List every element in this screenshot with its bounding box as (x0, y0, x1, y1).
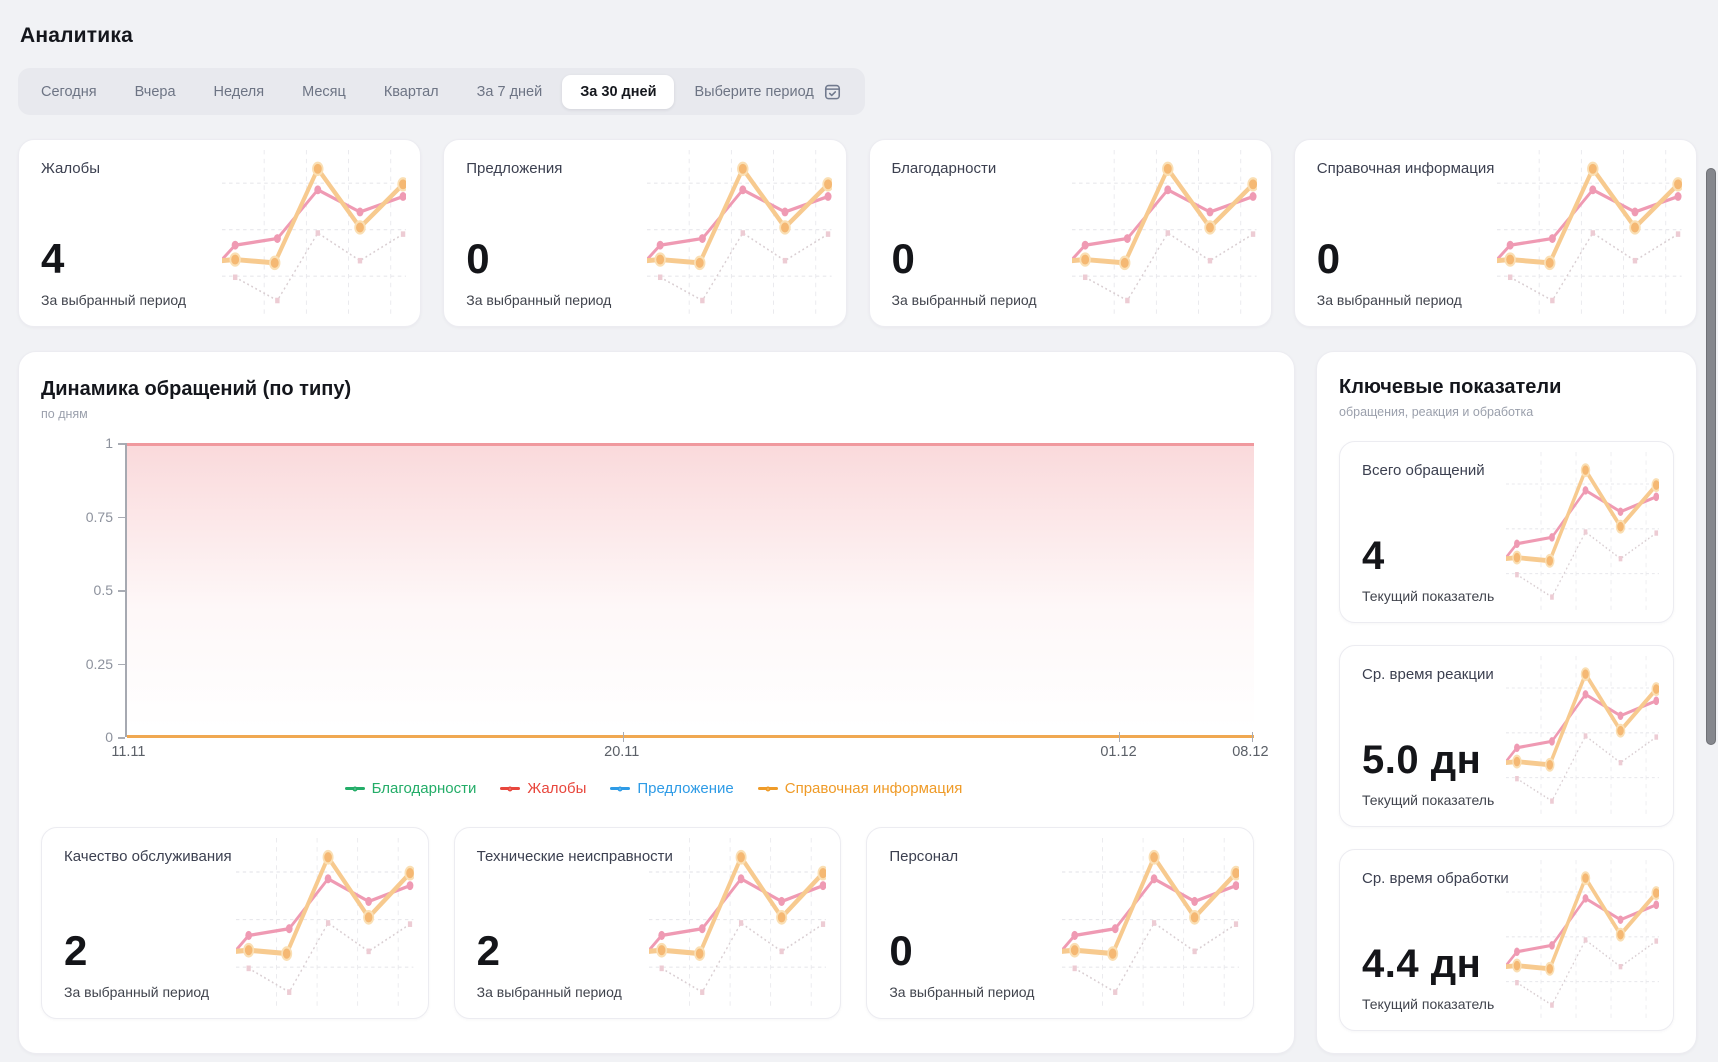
tab-today[interactable]: Сегодня (23, 75, 115, 109)
card-avg-processing-time: Ср. время обработки 4.4 дн Текущий показ… (1339, 849, 1674, 1031)
x-axis-labels: 11.11 20.11 01.12 08.12 (125, 744, 1254, 766)
dynamics-panel: Динамика обращений (по типу) по дням 1 0… (18, 351, 1295, 1054)
line-dot-marker-icon (610, 787, 630, 790)
tab-30-days[interactable]: За 30 дней (562, 75, 674, 109)
tab-7-days[interactable]: За 7 дней (459, 75, 561, 109)
sidebar-title: Ключевые показатели (1339, 376, 1674, 399)
line-dot-marker-icon (345, 787, 365, 790)
card-caption: Текущий показатель (1362, 792, 1651, 808)
card-value: 4 (41, 238, 398, 280)
y-tick: 0.25 (86, 656, 113, 672)
legend-label: Жалобы (527, 780, 586, 797)
sidebar-cards: Всего обращений 4 Текущий показатель Ср. (1339, 441, 1674, 1031)
plot-area (125, 443, 1254, 737)
card-caption: Текущий показатель (1362, 996, 1651, 1012)
key-indicators-panel: Ключевые показатели обращения, реакция и… (1316, 351, 1697, 1054)
tab-custom-period-label: Выберите период (694, 84, 813, 100)
card-caption: За выбранный период (889, 984, 1231, 1000)
tab-custom-period[interactable]: Выберите период (676, 73, 859, 110)
y-tick: 0.5 (94, 582, 113, 598)
y-tick: 1 (105, 435, 113, 451)
card-caption: За выбранный период (892, 292, 1249, 308)
card-value: 5.0 дн (1362, 740, 1651, 780)
x-tick: 08.12 (1232, 744, 1268, 760)
x-tick: 11.11 (111, 744, 145, 760)
legend-label: Справочная информация (785, 780, 963, 797)
card-personnel: Персонал 0 За выбранный период (866, 827, 1254, 1019)
chart-subtitle: по дням (41, 407, 1266, 421)
card-avg-reaction-time: Ср. время реакции 5.0 дн Текущий показат… (1339, 645, 1674, 827)
card-gratitude: Благодарности 0 За выбранный период (869, 139, 1272, 327)
line-dot-marker-icon (758, 787, 778, 790)
card-caption: Текущий показатель (1362, 588, 1651, 604)
card-title: Жалобы (41, 160, 398, 177)
legend-item-reference-info[interactable]: Справочная информация (758, 780, 963, 797)
category-cards-row: Качество обслуживания 2 За выбранный пер… (41, 827, 1254, 1019)
card-value: 0 (466, 238, 823, 280)
dynamics-chart: 1 0.75 0.5 0.25 0 (41, 443, 1266, 737)
vertical-scrollbar-thumb[interactable] (1706, 168, 1716, 745)
card-suggestions: Предложения 0 За выбранный период (443, 139, 846, 327)
y-tick: 0 (105, 729, 113, 745)
legend-item-gratitude[interactable]: Благодарности (345, 780, 477, 797)
card-title: Ср. время реакции (1362, 666, 1651, 683)
page-title: Аналитика (20, 24, 1697, 48)
card-reference-info: Справочная информация 0 За выбранный пер… (1294, 139, 1697, 327)
chart-legend: Благодарности Жалобы Предложение Справоч… (41, 780, 1266, 797)
legend-item-complaints[interactable]: Жалобы (500, 780, 586, 797)
content-row: Динамика обращений (по типу) по дням 1 0… (18, 351, 1697, 1054)
sidebar-subtitle: обращения, реакция и обработка (1339, 405, 1674, 419)
card-value: 4 (1362, 536, 1651, 576)
y-axis-labels: 1 0.75 0.5 0.25 0 (41, 443, 125, 737)
card-total-requests: Всего обращений 4 Текущий показатель (1339, 441, 1674, 623)
summary-cards-row: Жалобы 4 За выбранный период Предложения… (18, 139, 1697, 327)
card-value: 0 (892, 238, 1249, 280)
card-title: Ср. время обработки (1362, 870, 1651, 887)
card-service-quality: Качество обслуживания 2 За выбранный пер… (41, 827, 429, 1019)
card-value: 2 (64, 930, 406, 972)
card-caption: За выбранный период (41, 292, 398, 308)
card-title: Технические неисправности (477, 848, 819, 865)
card-title: Всего обращений (1362, 462, 1651, 479)
card-value: 4.4 дн (1362, 944, 1651, 984)
card-title: Благодарности (892, 160, 1249, 177)
x-tick: 01.12 (1100, 744, 1136, 760)
card-technical-faults: Технические неисправности 2 За выбранный… (454, 827, 842, 1019)
card-title: Качество обслуживания (64, 848, 406, 865)
card-title: Персонал (889, 848, 1231, 865)
y-tick: 0.75 (86, 509, 113, 525)
tab-yesterday[interactable]: Вчера (117, 75, 194, 109)
period-tabbar: Сегодня Вчера Неделя Месяц Квартал За 7 … (18, 68, 865, 115)
card-caption: За выбранный период (466, 292, 823, 308)
card-title: Справочная информация (1317, 160, 1674, 177)
legend-label: Предложение (637, 780, 733, 797)
legend-item-suggestion[interactable]: Предложение (610, 780, 733, 797)
complaints-area-series (127, 443, 1254, 737)
card-title: Предложения (466, 160, 823, 177)
analytics-page: Аналитика Сегодня Вчера Неделя Месяц Ква… (0, 0, 1718, 1054)
tab-month[interactable]: Месяц (284, 75, 364, 109)
card-complaints: Жалобы 4 За выбранный период (18, 139, 421, 327)
card-caption: За выбранный период (477, 984, 819, 1000)
reference-info-line-series (127, 735, 1254, 738)
tab-week[interactable]: Неделя (196, 75, 283, 109)
card-value: 0 (1317, 238, 1674, 280)
x-tick: 20.11 (604, 744, 639, 760)
card-caption: За выбранный период (64, 984, 406, 1000)
calendar-check-icon (823, 82, 842, 101)
tab-quarter[interactable]: Квартал (366, 75, 457, 109)
card-value: 0 (889, 930, 1231, 972)
chart-title: Динамика обращений (по типу) (41, 378, 1266, 401)
legend-label: Благодарности (372, 780, 477, 797)
card-caption: За выбранный период (1317, 292, 1674, 308)
card-value: 2 (477, 930, 819, 972)
line-dot-marker-icon (500, 787, 520, 790)
